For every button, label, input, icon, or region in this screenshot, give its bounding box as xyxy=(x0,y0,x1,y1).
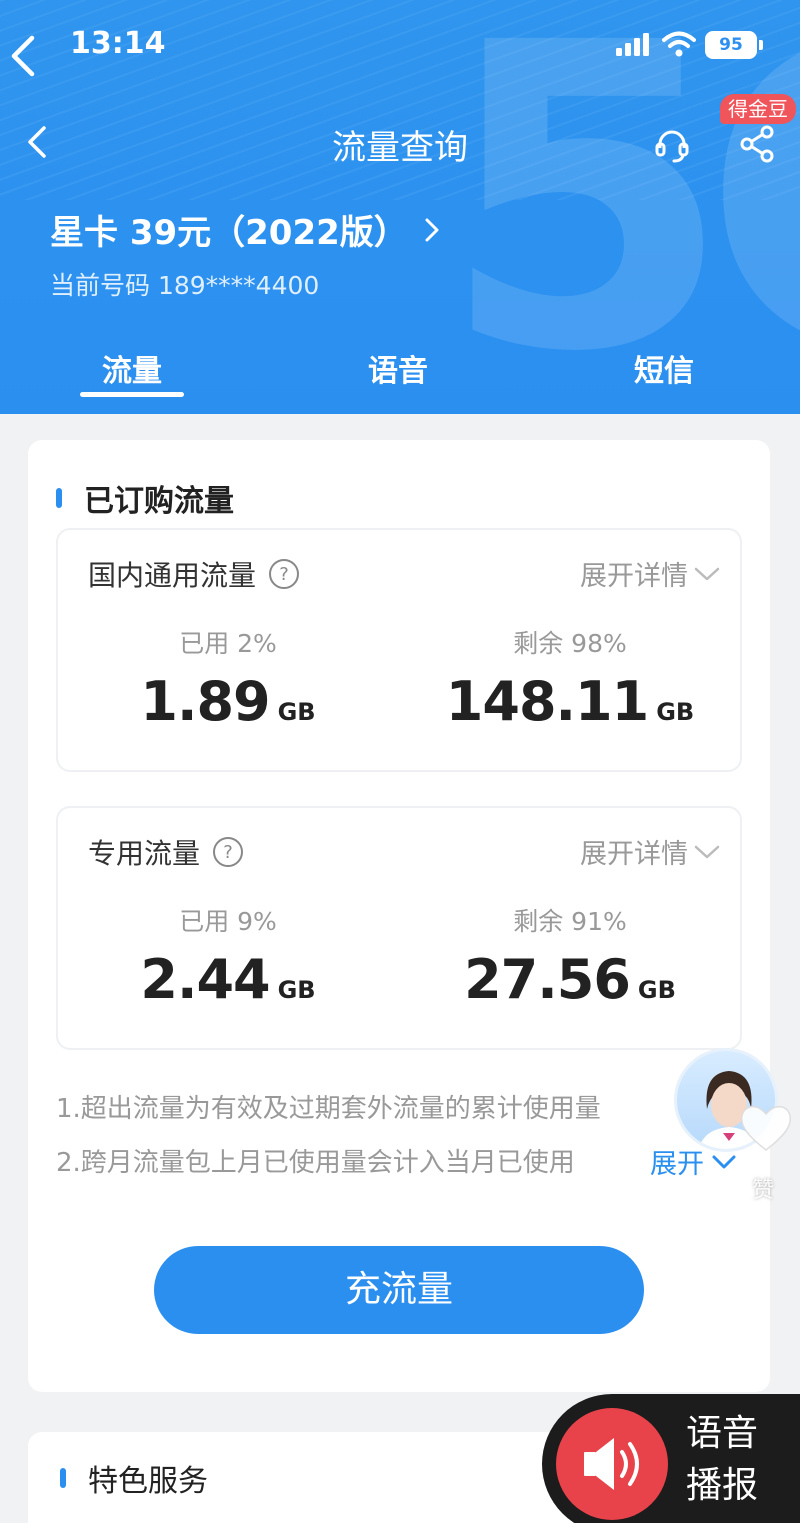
voice-label-line-2: 播报 xyxy=(686,1465,759,1506)
share-icon[interactable] xyxy=(738,124,776,164)
used-amount: 1.89 xyxy=(140,670,270,733)
domestic-data-title-text: 国内通用流量 xyxy=(88,559,257,592)
dedicated-data-title: 专用流量 ? xyxy=(88,832,244,872)
used-label: 已用 2% xyxy=(179,629,277,658)
signal-icon xyxy=(616,33,649,56)
domestic-expand-details[interactable]: 展开详情 xyxy=(580,554,720,593)
wifi-icon xyxy=(662,31,696,57)
status-time: 13:14 xyxy=(70,26,166,61)
plan-name: 星卡 39元（2022版） xyxy=(50,213,408,253)
used-value: 1.89 GB xyxy=(98,670,358,733)
section-marker xyxy=(56,488,62,508)
domestic-used: 已用 2% 1.89 GB xyxy=(98,624,358,733)
section-title-featured: 特色服务 xyxy=(60,1456,208,1500)
dedicated-expand-details[interactable]: 展开详情 xyxy=(580,832,720,871)
section-title-subscribed: 已订购流量 xyxy=(56,476,234,520)
status-bar: 13:14 95 xyxy=(0,0,800,90)
chevron-down-icon xyxy=(712,1155,736,1168)
customer-service-icon[interactable] xyxy=(652,124,692,164)
status-back-icon[interactable] xyxy=(6,34,42,78)
gold-beans-badge[interactable]: 得金豆 xyxy=(720,94,796,124)
header: 5G 13:14 95 流量查询 xyxy=(0,0,800,414)
notes-expand-label: 展开 xyxy=(650,1149,704,1180)
chevron-right-icon xyxy=(425,218,439,241)
remaining-value: 148.11 GB xyxy=(440,670,700,733)
battery-icon: 95 xyxy=(705,31,763,59)
remaining-label: 剩余 91% xyxy=(513,907,627,936)
dedicated-data-card: 专用流量 ? 展开详情 已用 9% 2.44 GB 剩余 91% 27.56 G… xyxy=(56,806,742,1050)
used-value: 2.44 GB xyxy=(98,948,358,1011)
svg-text:?: ? xyxy=(223,842,233,863)
tab-bar: 流量 语音 短信 xyxy=(0,340,800,414)
plan-selector[interactable]: 星卡 39元（2022版） xyxy=(50,205,442,254)
remaining-unit: GB xyxy=(656,698,695,726)
used-label: 已用 9% xyxy=(179,907,277,936)
chevron-down-icon xyxy=(694,567,720,580)
speaker-icon xyxy=(584,1438,639,1490)
heart-like-icon[interactable] xyxy=(738,1100,794,1154)
like-label: 赞 xyxy=(751,1178,774,1203)
section-title-text: 已订购流量 xyxy=(84,484,234,519)
domestic-data-card: 国内通用流量 ? 展开详情 已用 2% 1.89 GB 剩余 98% 148.1… xyxy=(56,528,742,772)
note-line-1: 1.超出流量为有效及过期套外流量的累计使用量 xyxy=(56,1094,601,1124)
remaining-amount: 27.56 xyxy=(464,948,631,1011)
dedicated-data-title-text: 专用流量 xyxy=(88,837,201,870)
remaining-amount: 148.11 xyxy=(445,670,649,733)
chevron-down-icon xyxy=(694,845,720,858)
help-icon[interactable]: ? xyxy=(268,558,300,590)
section-title-text: 特色服务 xyxy=(88,1464,208,1499)
remaining-label: 剩余 98% xyxy=(513,629,627,658)
voice-broadcast-label: 语音 播报 xyxy=(686,1408,776,1512)
nav-bar: 流量查询 得金豆 xyxy=(0,94,800,190)
current-number: 当前号码 189****4400 xyxy=(50,271,320,300)
section-marker xyxy=(60,1468,66,1488)
remaining-value: 27.56 GB xyxy=(440,948,700,1011)
dedicated-remaining: 剩余 91% 27.56 GB xyxy=(440,902,700,1011)
tab-sms[interactable]: 短信 xyxy=(584,346,744,390)
voice-label-line-1: 语音 xyxy=(686,1413,759,1454)
active-tab-indicator xyxy=(80,392,184,397)
recharge-data-button[interactable]: 充流量 xyxy=(154,1246,644,1334)
used-amount: 2.44 xyxy=(140,948,270,1011)
expand-details-label: 展开详情 xyxy=(580,561,688,592)
expand-details-label: 展开详情 xyxy=(580,839,688,870)
remaining-unit: GB xyxy=(637,976,676,1004)
note-line-2: 2.跨月流量包上月已使用量会计入当月已使用 xyxy=(56,1148,575,1178)
used-unit: GB xyxy=(277,976,316,1004)
voice-broadcast-widget[interactable]: 语音 播报 xyxy=(542,1394,800,1523)
used-unit: GB xyxy=(277,698,316,726)
domestic-data-title: 国内通用流量 ? xyxy=(88,554,300,594)
svg-text:?: ? xyxy=(279,564,289,585)
voice-circle xyxy=(556,1408,668,1520)
help-icon[interactable]: ? xyxy=(212,836,244,868)
subscribed-data-card: 已订购流量 国内通用流量 ? 展开详情 已用 2% 1.89 GB 剩余 98% xyxy=(28,440,770,1392)
tab-data[interactable]: 流量 xyxy=(52,346,212,390)
tab-voice[interactable]: 语音 xyxy=(318,346,478,390)
domestic-remaining: 剩余 98% 148.11 GB xyxy=(440,624,700,733)
dedicated-used: 已用 9% 2.44 GB xyxy=(98,902,358,1011)
